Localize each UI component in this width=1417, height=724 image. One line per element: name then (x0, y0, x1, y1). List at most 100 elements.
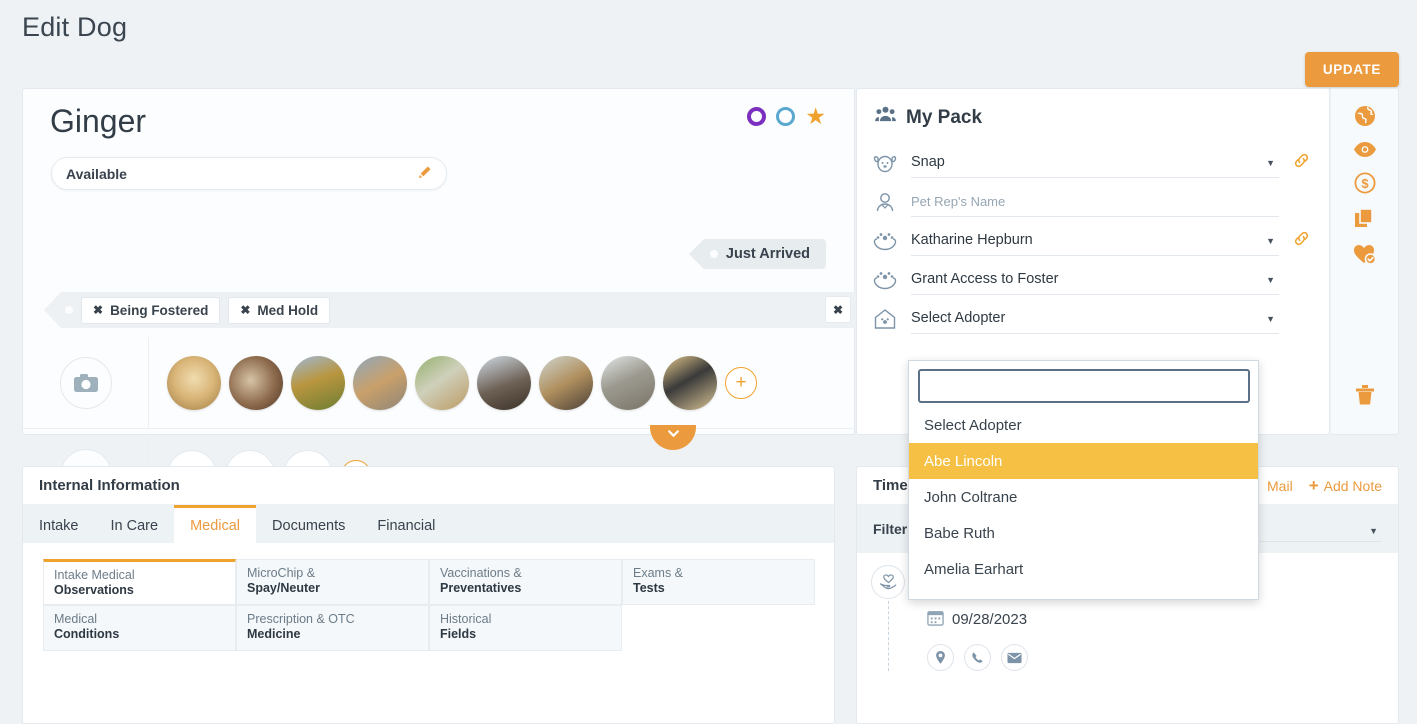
internal-tabs: Intake In Care Medical Documents Financi… (23, 505, 834, 543)
chevron-down-icon: ▼ (1266, 274, 1275, 285)
chevron-down-icon: ▼ (1266, 235, 1275, 246)
dropdown-option[interactable]: John Coltrane (909, 479, 1258, 515)
adopter-dropdown: Select Adopter Abe Lincoln John Coltrane… (908, 360, 1259, 600)
pack-row-grant-access: Grant Access to Foster ▼ (871, 260, 1311, 299)
foster-link-icon[interactable] (1291, 230, 1311, 251)
edit-pencil-icon[interactable] (417, 165, 432, 183)
medical-cell-empty (622, 605, 815, 651)
snap-value: Snap (911, 154, 945, 170)
photo-thumbnail[interactable] (229, 355, 283, 410)
svg-text:$: $ (1361, 176, 1369, 191)
dropdown-option[interactable]: Frank Lloyd Wright (909, 587, 1258, 600)
hands-paw-icon (871, 230, 899, 252)
heart-hand-icon (871, 565, 905, 599)
photo-thumbnail[interactable] (477, 355, 531, 410)
cell-line2: Spay/Neuter (247, 581, 320, 595)
cell-line2: Preventatives (440, 581, 522, 595)
foster-select[interactable]: Katharine Hepburn ▼ (911, 226, 1279, 256)
photo-thumbnail[interactable] (663, 355, 717, 410)
tag-bar: ✖ Being Fostered ✖ Med Hold ✖ (44, 292, 856, 328)
mail-icon[interactable] (1001, 644, 1028, 671)
tag-remove-icon[interactable]: ✖ (240, 303, 250, 317)
tag-chip[interactable]: ✖ Being Fostered (81, 296, 221, 324)
location-icon[interactable] (927, 644, 954, 671)
photo-thumbnails: + (149, 355, 757, 410)
photo-thumbnail[interactable] (601, 355, 655, 410)
tab-in-care[interactable]: In Care (95, 505, 175, 543)
grant-access-value: Grant Access to Foster (911, 271, 1059, 287)
cell-line1: Intake Medical (54, 568, 135, 582)
pet-rep-placeholder: Pet Rep's Name (911, 193, 1006, 209)
pack-row-snap: Snap ▼ (871, 143, 1311, 182)
grant-access-select[interactable]: Grant Access to Foster ▼ (911, 265, 1279, 295)
animal-summary-card: Ginger ★ Available Just Arrived ✖ Being … (22, 88, 856, 513)
photo-thumbnail[interactable] (353, 355, 407, 410)
add-photo-button[interactable]: + (725, 366, 757, 399)
pet-rep-input[interactable]: Pet Rep's Name (911, 187, 1279, 217)
dog-icon (871, 152, 899, 174)
adopter-select[interactable]: Select Adopter ▼ (911, 304, 1279, 334)
copy-icon[interactable] (1354, 208, 1375, 229)
purple-ring-icon[interactable] (747, 107, 767, 126)
snap-link-icon[interactable] (1291, 152, 1311, 173)
eye-icon[interactable] (1353, 141, 1377, 158)
dropdown-option[interactable]: Babe Ruth (909, 515, 1258, 551)
snap-select[interactable]: Snap ▼ (911, 148, 1279, 178)
pack-row-pet-rep: Pet Rep's Name (871, 182, 1311, 221)
dropdown-option[interactable]: Abe Lincoln (909, 443, 1258, 479)
medical-cell[interactable]: Historical Fields (429, 605, 622, 651)
timeline-entry-actions (927, 644, 1398, 671)
cell-line1: Medical (54, 612, 98, 626)
medical-cell[interactable]: Medical Conditions (43, 605, 236, 651)
photos-row: + (23, 337, 856, 429)
heart-check-icon[interactable] (1353, 243, 1377, 265)
medical-cell[interactable]: MicroChip & Spay/Neuter (236, 559, 429, 605)
cell-line2: Tests (633, 581, 665, 595)
photo-thumbnail[interactable] (415, 355, 469, 410)
tab-documents[interactable]: Documents (256, 505, 361, 543)
animal-name: Ginger (50, 103, 147, 139)
pack-row-foster: Katharine Hepburn ▼ (871, 221, 1311, 260)
mail-button[interactable]: Mail (1267, 478, 1293, 494)
arrived-badge: Just Arrived (688, 239, 826, 269)
medical-cell[interactable]: Intake Medical Observations (43, 559, 236, 605)
medical-cell[interactable]: Prescription & OTC Medicine (236, 605, 429, 651)
dollar-icon[interactable]: $ (1353, 172, 1376, 194)
photo-thumbnail[interactable] (291, 355, 345, 410)
trash-icon[interactable] (1355, 384, 1375, 406)
adopter-value: Select Adopter (911, 310, 1006, 326)
animal-markers: ★ (747, 105, 826, 128)
add-note-button[interactable]: + Add Note (1309, 476, 1382, 496)
star-icon[interactable]: ★ (805, 105, 826, 128)
tag-chip[interactable]: ✖ Med Hold (228, 296, 331, 324)
blue-ring-icon[interactable] (776, 107, 796, 126)
cell-line2: Medicine (247, 627, 301, 641)
dropdown-option[interactable]: Select Adopter (909, 407, 1258, 443)
tab-medical[interactable]: Medical (174, 505, 257, 543)
photo-thumbnail[interactable] (167, 355, 221, 410)
globe-icon[interactable] (1354, 105, 1376, 127)
tag-remove-icon[interactable]: ✖ (93, 303, 103, 317)
pack-group-icon (875, 106, 896, 129)
badge-dot-icon (709, 250, 718, 258)
dropdown-option[interactable]: Amelia Earhart (909, 551, 1258, 587)
adopter-search-input[interactable] (918, 369, 1250, 403)
internal-information-header: Internal Information (23, 467, 834, 505)
photos-header (23, 337, 149, 428)
chevron-down-icon: ▼ (1266, 313, 1275, 324)
my-pack-title: My Pack (906, 106, 983, 128)
tagbar-close-button[interactable]: ✖ (825, 296, 851, 323)
tab-financial[interactable]: Financial (361, 505, 451, 543)
foster-value: Katharine Hepburn (911, 232, 1033, 248)
phone-icon[interactable] (964, 644, 991, 671)
filter-label: Filter (873, 521, 908, 537)
status-pill[interactable]: Available (51, 157, 447, 190)
update-button[interactable]: UPDATE (1304, 52, 1399, 87)
medical-cell[interactable]: Exams & Tests (622, 559, 815, 605)
photo-thumbnail[interactable] (539, 355, 593, 410)
add-note-label: Add Note (1323, 477, 1382, 494)
pack-rows: Snap ▼ Pet Rep's Name Katharine Hepburn … (857, 129, 1329, 338)
medical-cell[interactable]: Vaccinations & Preventatives (429, 559, 622, 605)
cell-line2: Conditions (54, 627, 120, 641)
tab-intake[interactable]: Intake (23, 505, 95, 543)
